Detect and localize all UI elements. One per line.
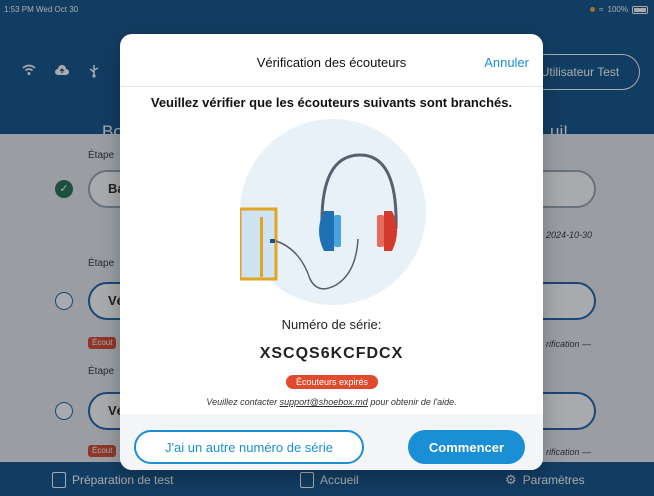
other-serial-button[interactable]: J'ai un autre numéro de série (134, 430, 364, 464)
modal-title: Vérification des écouteurs (256, 55, 407, 70)
contact-suffix: pour obtenir de l'aide. (367, 397, 457, 407)
support-email-link[interactable]: support@shoebox.md (280, 397, 368, 407)
headphone-check-modal: Vérification des écouteurs Annuler Veuil… (120, 34, 543, 470)
modal-instruction: Veuillez vérifier que les écouteurs suiv… (150, 95, 513, 110)
modal-divider (120, 86, 543, 87)
serial-label: Numéro de série: (281, 317, 382, 332)
contact-prefix: Veuillez contacter (206, 397, 280, 407)
expired-badge: Écouteurs expirés (286, 375, 378, 389)
contact-text: Veuillez contacter support@shoebox.md po… (120, 397, 543, 407)
headphones-illustration (240, 119, 426, 305)
start-button[interactable]: Commencer (408, 430, 525, 464)
cancel-button[interactable]: Annuler (484, 55, 529, 70)
serial-number: XSCQS6KCFDCX (259, 345, 404, 362)
